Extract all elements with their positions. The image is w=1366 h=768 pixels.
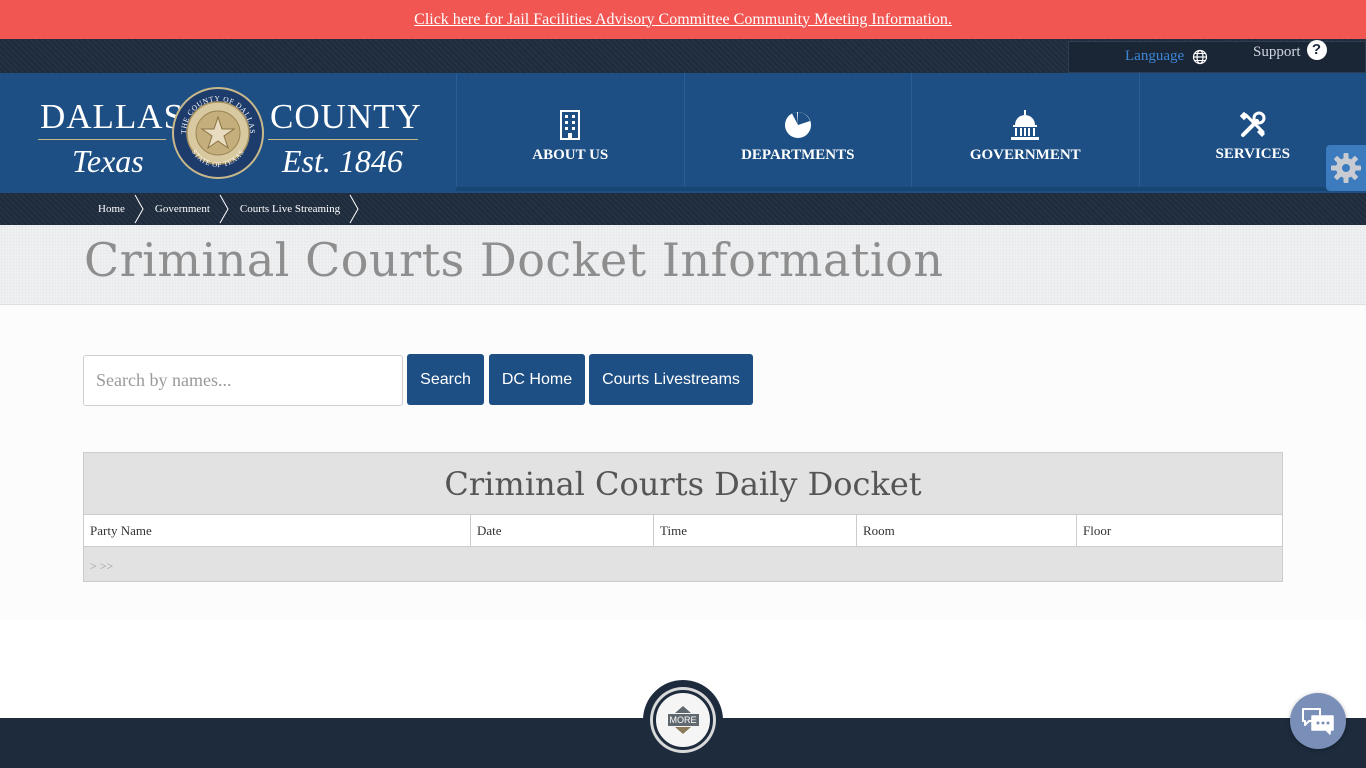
dc-home-button[interactable]: DC Home (489, 354, 585, 405)
docket-table: Criminal Courts Daily Docket Party Name … (83, 452, 1283, 582)
tools-icon (1239, 111, 1266, 137)
column-header-time[interactable]: Time (654, 515, 857, 546)
chat-bubbles-icon (1302, 708, 1334, 735)
nav-item-government[interactable]: GOVERNMENT (911, 73, 1139, 191)
docket-header-row: Party Name Date Time Room Floor (84, 515, 1282, 547)
more-label: MORE (667, 714, 699, 726)
county-seal-icon: THE COUNTY OF DALLAS STATE OF TEXAS (172, 87, 264, 179)
more-button-inner: MORE (653, 690, 713, 750)
pie-chart-icon (784, 111, 811, 138)
breadcrumb-government[interactable]: Government (155, 193, 240, 225)
search-input[interactable] (83, 355, 403, 406)
chevron-down-icon (675, 727, 691, 734)
site-header: DALLAS COUNTY Texas Est. 1846 THE COUNTY… (0, 73, 1366, 193)
nav-label-departments: DEPARTMENTS (741, 146, 855, 163)
logo-est-text: Est. 1846 (282, 143, 403, 179)
page-title-band: Criminal Courts Docket Information (0, 225, 1366, 305)
support-link[interactable]: Support ? (1253, 39, 1327, 61)
building-icon (560, 109, 581, 140)
breadcrumb-home[interactable]: Home (98, 193, 155, 225)
column-header-date[interactable]: Date (471, 515, 654, 546)
gear-icon (1331, 153, 1361, 183)
globe-icon (1193, 49, 1208, 64)
docket-title: Criminal Courts Daily Docket (84, 453, 1282, 515)
courts-livestreams-button[interactable]: Courts Livestreams (589, 354, 753, 405)
settings-tab[interactable] (1326, 145, 1366, 191)
breadcrumb-courts-live-streaming[interactable]: Courts Live Streaming (240, 193, 370, 225)
dallas-county-logo[interactable]: DALLAS COUNTY Texas Est. 1846 THE COUNTY… (0, 73, 456, 193)
question-icon: ? (1306, 39, 1327, 60)
breadcrumb-home-label: Home (98, 203, 125, 215)
search-button[interactable]: Search (407, 354, 484, 405)
nav-label-about-us: ABOUT US (532, 146, 609, 163)
nav-label-government: GOVERNMENT (969, 146, 1081, 163)
breadcrumb-courts-label: Courts Live Streaming (239, 203, 341, 215)
chevron-up-icon (675, 706, 691, 713)
nav-label-services: SERVICES (1215, 145, 1290, 162)
chevron-right-icon (219, 194, 229, 224)
alert-banner: Click here for Jail Facilities Advisory … (0, 0, 1366, 39)
nav-item-about-us[interactable]: ABOUT US (456, 73, 684, 191)
logo-divider-left (38, 139, 166, 140)
chevron-right-icon (349, 194, 359, 224)
language-selector[interactable]: Language (1125, 48, 1208, 65)
language-label: Language (1125, 48, 1185, 64)
breadcrumb-government-label: Government (154, 203, 210, 215)
logo-dallas-text: DALLAS (40, 97, 185, 136)
main-content: Search DC Home Courts Livestreams Crimin… (0, 305, 1366, 620)
alert-link[interactable]: Click here for Jail Facilities Advisory … (414, 11, 952, 29)
nav-item-departments[interactable]: DEPARTMENTS (683, 73, 912, 191)
column-header-room[interactable]: Room (857, 515, 1077, 546)
page-title: Criminal Courts Docket Information (84, 233, 944, 287)
breadcrumb: Home Government Courts Live Streaming (0, 193, 1366, 225)
chevron-right-icon (134, 194, 144, 224)
support-label: Support (1253, 44, 1301, 60)
capitol-icon (1011, 109, 1040, 140)
logo-county-text: COUNTY (270, 97, 422, 136)
nav-bottom-border (456, 187, 1366, 191)
column-header-floor[interactable]: Floor (1077, 515, 1282, 546)
column-header-party-name[interactable]: Party Name (84, 515, 471, 546)
docket-pager[interactable]: > >> (84, 547, 1282, 581)
main-nav: ABOUT US DEPARTMENTS GOVERNMENT SERVICES (456, 73, 1366, 191)
more-button[interactable]: MORE (643, 680, 723, 760)
logo-texas-text: Texas (72, 143, 144, 179)
logo-divider-right (268, 139, 418, 140)
chat-button[interactable] (1290, 693, 1346, 749)
